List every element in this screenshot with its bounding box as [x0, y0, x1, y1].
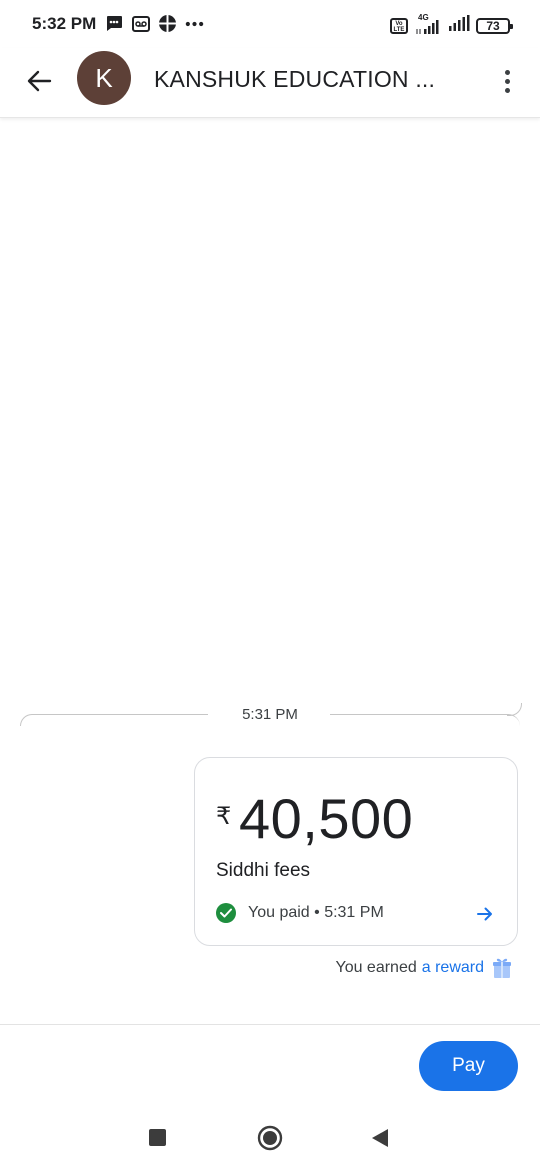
currency-symbol: ₹: [216, 803, 232, 830]
arrow-right-icon: [477, 907, 492, 921]
payment-details-button[interactable]: [475, 904, 495, 924]
timestamp-divider: 5:31 PM: [0, 700, 540, 730]
system-icons: Vo LTE 4G 73: [390, 13, 513, 37]
reward-prefix: You earned: [335, 959, 417, 976]
signal-4g-icon: 4G: [414, 13, 442, 35]
payment-status-text: You paid • 5:31 PM: [248, 904, 384, 921]
pay-button[interactable]: Pay: [419, 1041, 518, 1091]
contact-name[interactable]: KANSHUK EDUCATION ...: [154, 66, 435, 93]
reward-link[interactable]: a reward: [422, 959, 484, 977]
payment-amount: 40,500: [239, 787, 414, 850]
status-time: 5:32 PM: [32, 14, 97, 33]
more-vertical-icon: [504, 69, 510, 75]
status-bar: 5:32 PM Vo LTE 4G 73: [0, 0, 540, 48]
message-notification-icon: [104, 14, 123, 33]
recents-button[interactable]: [149, 1129, 166, 1146]
voicemail-notification-icon: [131, 14, 150, 33]
signal-icon: [448, 14, 470, 37]
more-vertical-icon-dot: [504, 78, 510, 84]
arrow-left-icon: [27, 70, 52, 92]
more-options-button[interactable]: [496, 64, 518, 98]
gift-icon[interactable]: [492, 957, 512, 979]
app-notification-icon: [158, 14, 177, 33]
volte-icon: Vo LTE: [390, 17, 408, 34]
battery-icon: 73: [476, 17, 513, 34]
bottom-action-bar: Pay: [0, 1024, 540, 1106]
more-vertical-icon-dot: [504, 87, 510, 93]
more-notifications-icon: [185, 14, 204, 33]
system-navigation-bar: [0, 1106, 540, 1170]
home-button[interactable]: [257, 1125, 283, 1151]
back-button[interactable]: [22, 64, 56, 98]
notification-icons: [104, 14, 204, 33]
reward-row: You earned a reward: [335, 957, 512, 979]
check-circle-icon: [216, 903, 236, 923]
message-timestamp: 5:31 PM: [242, 706, 298, 723]
back-nav-button[interactable]: [371, 1128, 389, 1148]
avatar[interactable]: K: [77, 51, 131, 105]
payment-card[interactable]: ₹ 40,500 Siddhi fees You paid • 5:31 PM: [194, 757, 518, 946]
payment-status: You paid • 5:31 PM: [216, 903, 384, 923]
chat-header: K KANSHUK EDUCATION ...: [0, 48, 540, 118]
payment-note: Siddhi fees: [216, 860, 311, 881]
